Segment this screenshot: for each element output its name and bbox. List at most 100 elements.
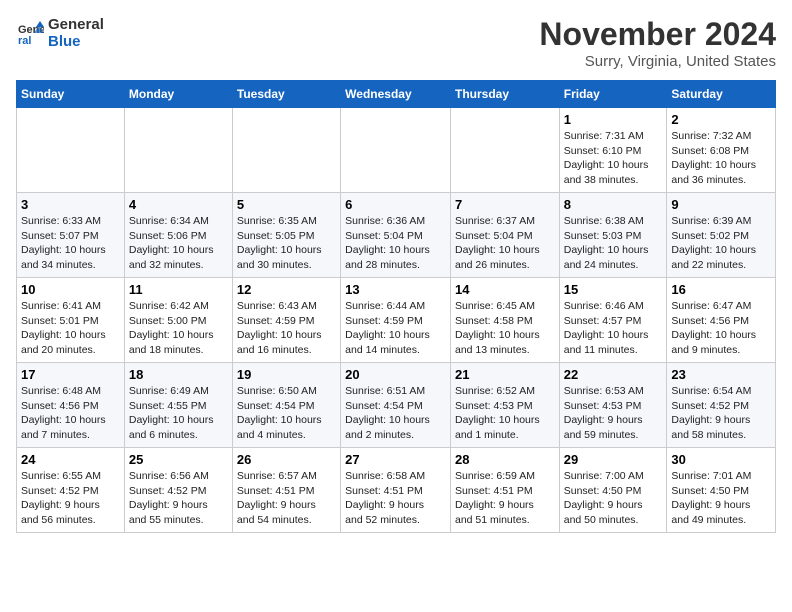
calendar-cell: 5Sunrise: 6:35 AM Sunset: 5:05 PM Daylig… xyxy=(232,193,340,278)
day-number: 10 xyxy=(21,282,120,297)
day-info: Sunrise: 6:39 AM Sunset: 5:02 PM Dayligh… xyxy=(671,214,771,273)
day-number: 11 xyxy=(129,282,228,297)
calendar-cell: 8 Sunrise: 6:38 AM Sunset: 5:03 PM Daylig… xyxy=(559,193,667,278)
day-info: Sunrise: 6:55 AM Sunset: 4:52 PM Dayligh… xyxy=(21,469,120,528)
calendar-cell: 10 Sunrise: 6:41 AM Sunset: 5:01 PM Dayli… xyxy=(17,278,125,363)
calendar-cell: 16 Sunrise: 6:47 AM Sunset: 4:56 PM Dayli… xyxy=(667,278,776,363)
day-number: 12 xyxy=(237,282,336,297)
day-info: Sunrise: 6:54 AM Sunset: 4:52 PM Dayligh… xyxy=(671,384,771,443)
day-number: 2 xyxy=(671,112,771,127)
day-number: 20 xyxy=(345,367,446,382)
calendar-cell: 27 Sunrise: 6:58 AM Sunset: 4:51 PM Dayli… xyxy=(341,448,451,533)
calendar-cell: 23 Sunrise: 6:54 AM Sunset: 4:52 PM Dayli… xyxy=(667,363,776,448)
calendar-cell: 25 Sunrise: 6:56 AM Sunset: 4:52 PM Dayli… xyxy=(124,448,232,533)
calendar-week-row: 17Sunrise: 6:48 AM Sunset: 4:56 PM Dayli… xyxy=(17,363,776,448)
calendar-cell: 22 Sunrise: 6:53 AM Sunset: 4:53 PM Dayli… xyxy=(559,363,667,448)
location-subtitle: Surry, Virginia, United States xyxy=(539,53,776,70)
day-number: 24 xyxy=(21,452,120,467)
calendar-cell: 9 Sunrise: 6:39 AM Sunset: 5:02 PM Daylig… xyxy=(667,193,776,278)
weekday-header: Friday xyxy=(559,81,667,108)
day-info: Sunrise: 6:36 AM Sunset: 5:04 PM Dayligh… xyxy=(345,214,446,273)
header: Gene ral General Blue November 2024 Surr… xyxy=(16,16,776,70)
calendar-cell xyxy=(341,108,451,193)
day-number: 30 xyxy=(671,452,771,467)
calendar-body: 1 Sunrise: 7:31 AM Sunset: 6:10 PM Daylig… xyxy=(17,108,776,533)
day-number: 4 xyxy=(129,197,228,212)
day-number: 8 xyxy=(564,197,663,212)
weekday-header: Thursday xyxy=(450,81,559,108)
day-info: Sunrise: 6:58 AM Sunset: 4:51 PM Dayligh… xyxy=(345,469,446,528)
day-info: Sunrise: 6:50 AM Sunset: 4:54 PM Dayligh… xyxy=(237,384,336,443)
day-number: 25 xyxy=(129,452,228,467)
logo: Gene ral General Blue xyxy=(16,16,104,51)
day-info: Sunrise: 6:44 AM Sunset: 4:59 PM Dayligh… xyxy=(345,299,446,358)
day-info: Sunrise: 6:57 AM Sunset: 4:51 PM Dayligh… xyxy=(237,469,336,528)
calendar-cell: 15 Sunrise: 6:46 AM Sunset: 4:57 PM Dayli… xyxy=(559,278,667,363)
weekday-header: Saturday xyxy=(667,81,776,108)
day-number: 7 xyxy=(455,197,555,212)
day-number: 15 xyxy=(564,282,663,297)
weekday-header: Monday xyxy=(124,81,232,108)
day-number: 22 xyxy=(564,367,663,382)
day-number: 1 xyxy=(564,112,663,127)
day-info: Sunrise: 6:59 AM Sunset: 4:51 PM Dayligh… xyxy=(455,469,555,528)
calendar-cell: 19 Sunrise: 6:50 AM Sunset: 4:54 PM Dayli… xyxy=(232,363,340,448)
calendar-cell: 29Sunrise: 7:00 AM Sunset: 4:50 PM Dayli… xyxy=(559,448,667,533)
day-info: Sunrise: 6:43 AM Sunset: 4:59 PM Dayligh… xyxy=(237,299,336,358)
month-title: November 2024 xyxy=(539,16,776,53)
calendar-cell: 14Sunrise: 6:45 AM Sunset: 4:58 PM Dayli… xyxy=(450,278,559,363)
day-info: Sunrise: 6:52 AM Sunset: 4:53 PM Dayligh… xyxy=(455,384,555,443)
calendar-week-row: 1 Sunrise: 7:31 AM Sunset: 6:10 PM Daylig… xyxy=(17,108,776,193)
day-info: Sunrise: 6:47 AM Sunset: 4:56 PM Dayligh… xyxy=(671,299,771,358)
day-number: 19 xyxy=(237,367,336,382)
day-number: 28 xyxy=(455,452,555,467)
day-info: Sunrise: 6:34 AM Sunset: 5:06 PM Dayligh… xyxy=(129,214,228,273)
day-info: Sunrise: 6:45 AM Sunset: 4:58 PM Dayligh… xyxy=(455,299,555,358)
day-info: Sunrise: 7:32 AM Sunset: 6:08 PM Dayligh… xyxy=(671,129,771,188)
day-number: 6 xyxy=(345,197,446,212)
calendar-table: SundayMondayTuesdayWednesdayThursdayFrid… xyxy=(16,80,776,533)
day-number: 13 xyxy=(345,282,446,297)
day-info: Sunrise: 6:49 AM Sunset: 4:55 PM Dayligh… xyxy=(129,384,228,443)
day-number: 9 xyxy=(671,197,771,212)
calendar-week-row: 24 Sunrise: 6:55 AM Sunset: 4:52 PM Dayli… xyxy=(17,448,776,533)
calendar-cell: 24 Sunrise: 6:55 AM Sunset: 4:52 PM Dayli… xyxy=(17,448,125,533)
calendar-cell: 18Sunrise: 6:49 AM Sunset: 4:55 PM Dayli… xyxy=(124,363,232,448)
day-info: Sunrise: 7:31 AM Sunset: 6:10 PM Dayligh… xyxy=(564,129,663,188)
weekday-header: Wednesday xyxy=(341,81,451,108)
calendar-week-row: 10 Sunrise: 6:41 AM Sunset: 5:01 PM Dayli… xyxy=(17,278,776,363)
day-info: Sunrise: 6:38 AM Sunset: 5:03 PM Dayligh… xyxy=(564,214,663,273)
day-number: 21 xyxy=(455,367,555,382)
day-info: Sunrise: 6:46 AM Sunset: 4:57 PM Dayligh… xyxy=(564,299,663,358)
calendar-cell: 11 Sunrise: 6:42 AM Sunset: 5:00 PM Dayli… xyxy=(124,278,232,363)
title-area: November 2024 Surry, Virginia, United St… xyxy=(539,16,776,70)
day-number: 23 xyxy=(671,367,771,382)
calendar-cell: 4 Sunrise: 6:34 AM Sunset: 5:06 PM Daylig… xyxy=(124,193,232,278)
logo-text-line1: General xyxy=(48,16,104,33)
calendar-cell xyxy=(124,108,232,193)
calendar-cell: 2 Sunrise: 7:32 AM Sunset: 6:08 PM Daylig… xyxy=(667,108,776,193)
day-number: 29 xyxy=(564,452,663,467)
day-info: Sunrise: 6:42 AM Sunset: 5:00 PM Dayligh… xyxy=(129,299,228,358)
day-info: Sunrise: 6:51 AM Sunset: 4:54 PM Dayligh… xyxy=(345,384,446,443)
day-info: Sunrise: 6:37 AM Sunset: 5:04 PM Dayligh… xyxy=(455,214,555,273)
calendar-cell xyxy=(232,108,340,193)
calendar-header-row: SundayMondayTuesdayWednesdayThursdayFrid… xyxy=(17,81,776,108)
day-number: 27 xyxy=(345,452,446,467)
calendar-cell: 6 Sunrise: 6:36 AM Sunset: 5:04 PM Daylig… xyxy=(341,193,451,278)
day-info: Sunrise: 6:41 AM Sunset: 5:01 PM Dayligh… xyxy=(21,299,120,358)
calendar-cell: 3Sunrise: 6:33 AM Sunset: 5:07 PM Daylig… xyxy=(17,193,125,278)
day-info: Sunrise: 6:35 AM Sunset: 5:05 PM Dayligh… xyxy=(237,214,336,273)
calendar-cell: 20 Sunrise: 6:51 AM Sunset: 4:54 PM Dayli… xyxy=(341,363,451,448)
calendar-cell xyxy=(17,108,125,193)
calendar-cell: 1 Sunrise: 7:31 AM Sunset: 6:10 PM Daylig… xyxy=(559,108,667,193)
calendar-cell: 12 Sunrise: 6:43 AM Sunset: 4:59 PM Dayli… xyxy=(232,278,340,363)
day-info: Sunrise: 6:48 AM Sunset: 4:56 PM Dayligh… xyxy=(21,384,120,443)
weekday-header: Tuesday xyxy=(232,81,340,108)
svg-text:ral: ral xyxy=(18,35,31,47)
calendar-cell: 21 Sunrise: 6:52 AM Sunset: 4:53 PM Dayli… xyxy=(450,363,559,448)
day-number: 16 xyxy=(671,282,771,297)
day-info: Sunrise: 6:53 AM Sunset: 4:53 PM Dayligh… xyxy=(564,384,663,443)
weekday-header: Sunday xyxy=(17,81,125,108)
day-info: Sunrise: 6:56 AM Sunset: 4:52 PM Dayligh… xyxy=(129,469,228,528)
